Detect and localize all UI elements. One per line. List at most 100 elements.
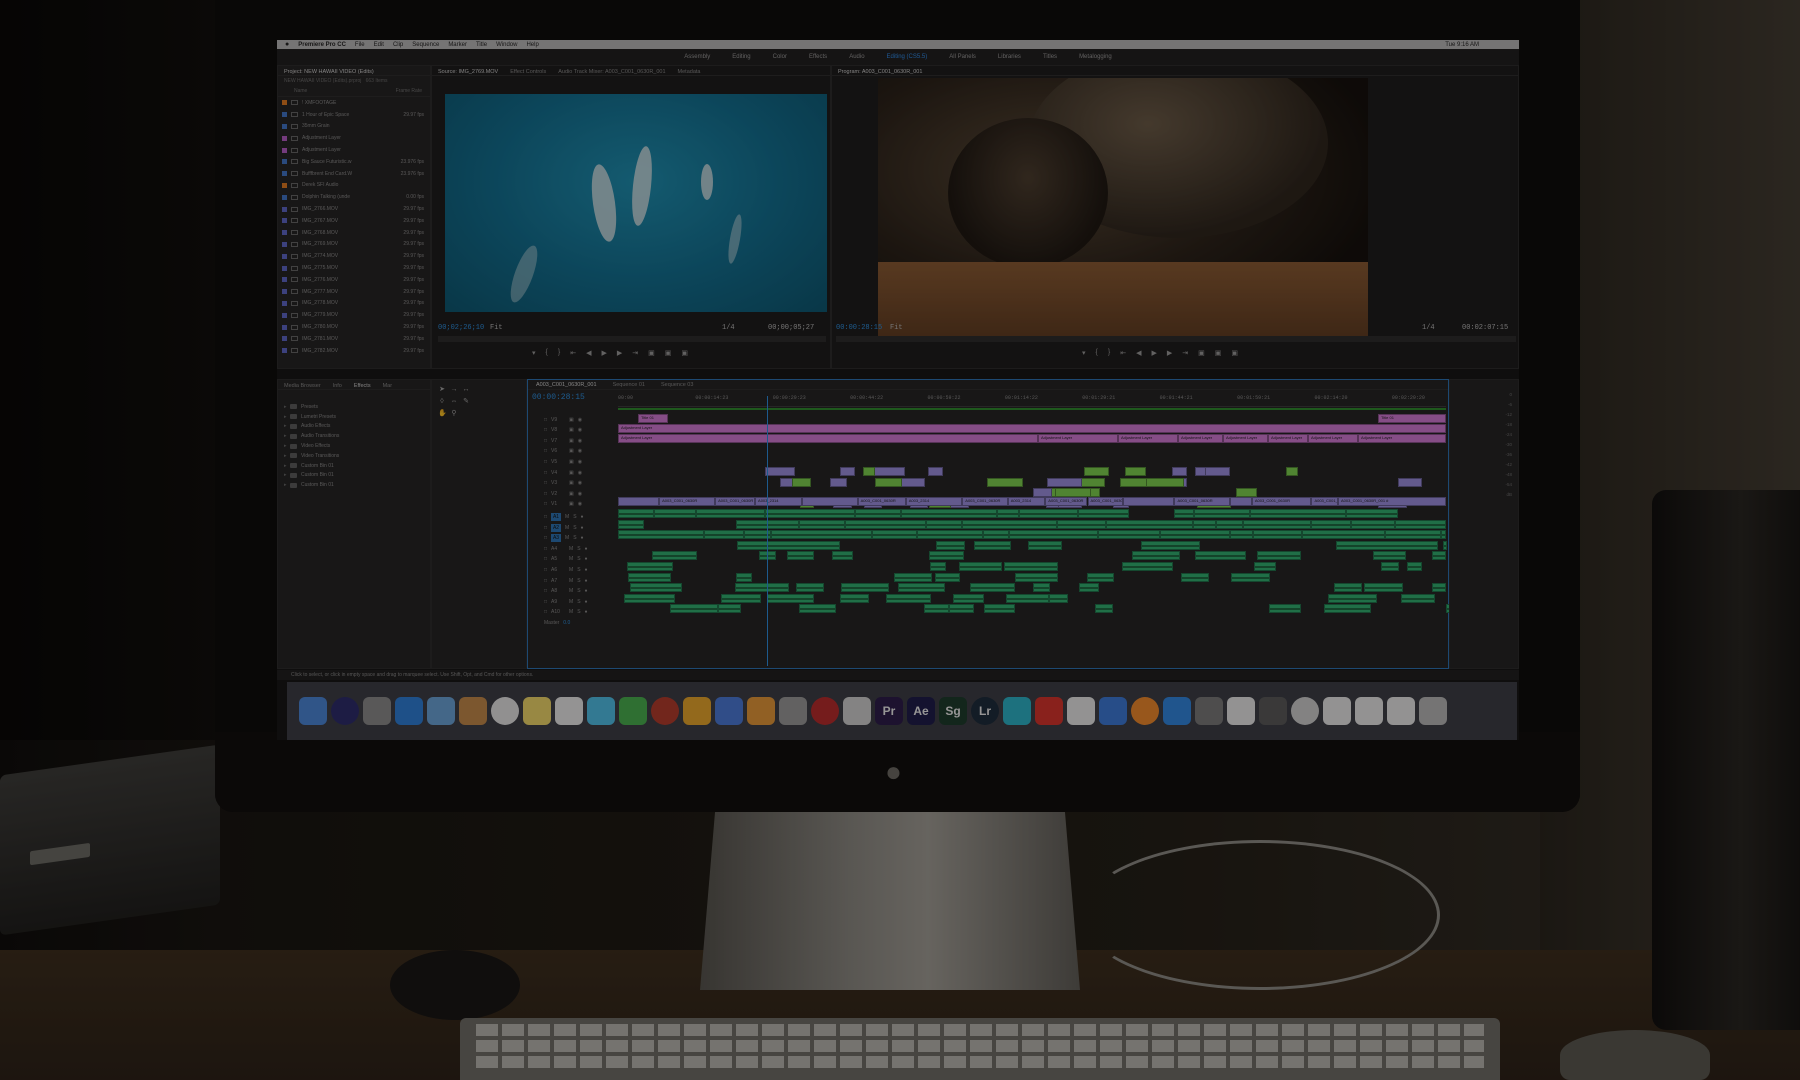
lock-icon[interactable]: □ xyxy=(544,491,547,497)
audio-track-header[interactable]: □ A6 M S ● xyxy=(528,564,618,575)
audio-clip[interactable] xyxy=(799,604,837,614)
audio-clip[interactable] xyxy=(618,519,645,529)
adjustment-layer-clip[interactable]: Adjustment Layer xyxy=(1358,434,1446,443)
record-icon[interactable] xyxy=(811,697,839,725)
video-clip[interactable] xyxy=(830,477,848,487)
tracks-area[interactable]: Title 01 Title 01 Adjustment Layer Adjustme… xyxy=(618,412,1450,662)
label-color-swatch[interactable] xyxy=(282,123,287,129)
eye-icon[interactable]: ◉ xyxy=(578,438,582,444)
sync-lock-icon[interactable]: ▣ xyxy=(569,491,574,497)
mark-in-icon[interactable]: { xyxy=(1096,349,1098,357)
tab-markers[interactable]: Mar xyxy=(383,383,392,389)
solo-button[interactable]: S xyxy=(577,609,580,615)
tab-metadata[interactable]: Metadata xyxy=(678,69,701,75)
image-capture-icon[interactable] xyxy=(779,697,807,725)
play-icon[interactable]: ▶ xyxy=(1151,349,1156,357)
project-item[interactable]: Adjustment Layer xyxy=(278,144,430,156)
video-clip[interactable] xyxy=(802,497,858,506)
video-track-header[interactable]: □ V1 ▣ ◉ xyxy=(528,499,618,510)
video-clip[interactable] xyxy=(862,467,876,477)
video-track-header[interactable]: □ V4 ▣ ◉ xyxy=(528,467,618,478)
solo-button[interactable]: S xyxy=(573,535,576,541)
video-clip[interactable] xyxy=(1125,467,1147,477)
creative-cloud-icon[interactable] xyxy=(1035,697,1063,725)
audio-track-header[interactable]: □ A1 M S ● xyxy=(528,511,618,522)
audio-clip[interactable] xyxy=(1250,509,1347,518)
contacts-icon[interactable] xyxy=(459,697,487,725)
menu-sequence[interactable]: Sequence xyxy=(412,42,439,48)
photo-booth-icon[interactable] xyxy=(651,697,679,725)
audio-clip[interactable] xyxy=(670,604,718,614)
label-color-swatch[interactable] xyxy=(282,194,287,200)
audio-clip[interactable] xyxy=(855,509,902,518)
project-item[interactable]: ! XMFOOTAGE xyxy=(278,97,430,109)
audio-clip[interactable] xyxy=(1098,530,1161,540)
audio-clip[interactable] xyxy=(767,593,814,603)
audio-clip[interactable] xyxy=(839,593,869,603)
workspace-audio[interactable]: Audio xyxy=(849,54,864,60)
audio-clip[interactable] xyxy=(626,562,674,571)
source-fit-select[interactable]: Fit xyxy=(490,324,503,332)
audio-clip[interactable] xyxy=(935,572,961,582)
audio-clip[interactable] xyxy=(1230,530,1254,540)
step-forward-icon[interactable]: ▶ xyxy=(1167,349,1172,357)
audio-clip[interactable] xyxy=(1195,551,1246,561)
calendar-icon[interactable] xyxy=(491,697,519,725)
audio-clip[interactable] xyxy=(982,530,1009,540)
audio-clip[interactable] xyxy=(1373,551,1406,561)
finder-icon[interactable] xyxy=(299,697,327,725)
project-item[interactable]: IMG_2781.MOV 29.97 fps xyxy=(278,333,430,345)
project-item[interactable]: 35mm Grain xyxy=(278,121,430,133)
sync-lock-icon[interactable]: ▣ xyxy=(569,470,574,476)
title-clip[interactable]: Title 01 xyxy=(1378,414,1446,423)
audio-clip[interactable] xyxy=(917,530,983,540)
menubar-clock[interactable]: Tue 9:16 AM xyxy=(1445,42,1519,48)
audio-clip[interactable] xyxy=(1004,562,1058,571)
notes-icon[interactable] xyxy=(523,697,551,725)
video-clip[interactable]: A003_C001_0630R xyxy=(1311,497,1338,506)
eye-icon[interactable]: ◉ xyxy=(578,448,582,454)
label-color-swatch[interactable] xyxy=(282,324,287,330)
audio-clip[interactable] xyxy=(984,604,1016,614)
column-name[interactable]: Name xyxy=(294,88,307,94)
project-item[interactable]: IMG_2778.MOV 29.97 fps xyxy=(278,298,430,310)
audio-clip[interactable] xyxy=(1008,530,1098,540)
solo-button[interactable]: S xyxy=(577,546,580,552)
video-clip[interactable]: A003_2314 xyxy=(905,497,963,506)
video-clip[interactable] xyxy=(987,477,1024,487)
mute-button[interactable]: M xyxy=(569,556,573,562)
track-select-tool-icon[interactable]: → xyxy=(450,386,458,394)
menu-title[interactable]: Title xyxy=(476,42,487,48)
document-3-icon[interactable] xyxy=(1387,697,1415,725)
sync-lock-icon[interactable]: ▣ xyxy=(569,480,574,486)
insert-icon[interactable]: ▣ xyxy=(648,349,655,357)
mark-in-icon[interactable]: { xyxy=(546,349,548,357)
mark-out-icon[interactable]: } xyxy=(1108,349,1110,357)
zoom-tool-icon[interactable]: ⚲ xyxy=(450,410,458,418)
project-item[interactable]: IMG_2768.MOV 29.97 fps xyxy=(278,227,430,239)
audio-clip[interactable] xyxy=(974,540,1011,550)
tab-sequence-03[interactable]: Sequence 03 xyxy=(661,382,693,388)
project-item[interactable]: IMG_2769.MOV 29.97 fps xyxy=(278,239,430,251)
tab-source[interactable]: Source: IMG_2769.MOV xyxy=(438,69,498,75)
label-color-swatch[interactable] xyxy=(282,135,287,141)
lock-icon[interactable]: □ xyxy=(544,588,547,594)
tab-sequence-01[interactable]: Sequence 01 xyxy=(613,382,645,388)
adjustment-layer-clip[interactable]: Adjustment Layer xyxy=(618,434,1038,443)
tab-audio-track-mixer[interactable]: Audio Track Mixer: A003_C001_0630R_001 xyxy=(558,69,665,75)
audio-clip[interactable] xyxy=(618,530,705,540)
eye-icon[interactable]: ◉ xyxy=(578,417,582,423)
effects-folder[interactable]: ▸ Video Effects xyxy=(278,441,430,451)
audio-clip[interactable] xyxy=(952,593,984,603)
audio-clip[interactable] xyxy=(1336,540,1438,550)
video-clip[interactable]: A003_C001_0630R_001 # xyxy=(1338,497,1446,506)
audio-clip[interactable] xyxy=(1180,572,1209,582)
audio-clip[interactable] xyxy=(832,551,853,561)
workspace-all-panels[interactable]: All Panels xyxy=(949,54,976,60)
label-color-swatch[interactable] xyxy=(282,112,287,118)
audio-clip[interactable] xyxy=(1028,540,1063,550)
lock-icon[interactable]: □ xyxy=(544,599,547,605)
script-icon[interactable] xyxy=(843,697,871,725)
audio-clip[interactable] xyxy=(651,551,697,561)
go-to-out-icon[interactable]: ⇥ xyxy=(632,349,638,357)
